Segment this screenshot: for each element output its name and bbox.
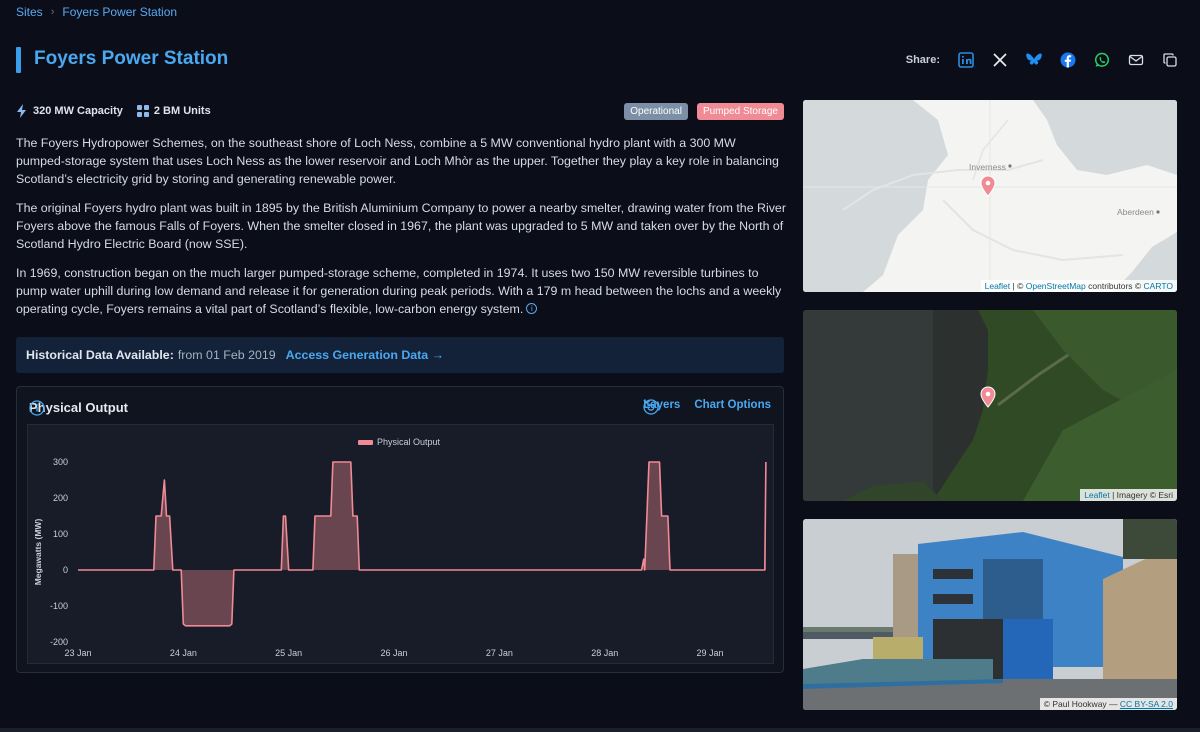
photo-author: © Paul Hookway —: [1043, 699, 1118, 709]
breadcrumb-sites-link[interactable]: Sites: [16, 5, 43, 19]
capacity-meta: 320 MW Capacity: [16, 104, 123, 118]
y-tick-label: 300: [53, 457, 68, 467]
osm-link[interactable]: OpenStreetMap: [1026, 281, 1086, 291]
chevron-right-icon: ›: [50, 6, 55, 18]
y-tick-label: -200: [50, 637, 68, 647]
map-label-aberdeen: Aberdeen: [1117, 207, 1154, 217]
y-tick-label: 200: [53, 493, 68, 503]
chart-panel: Physical Output Layers Chart Options 300…: [16, 386, 784, 673]
license-link[interactable]: CC BY-SA 2.0: [1120, 699, 1173, 709]
legend-label: Physical Output: [377, 437, 441, 447]
series-area: [78, 462, 766, 626]
x-tick-label: 28 Jan: [591, 648, 618, 658]
page-footer-divider: [0, 728, 1200, 732]
x-tick-label: 27 Jan: [486, 648, 513, 658]
physical-output-chart: 300 200 100 0 -100 -20023 Jan 24 Jan 25 Jan 26 J…: [33, 437, 767, 658]
leaflet-link[interactable]: Leaflet: [985, 281, 1011, 291]
station-photo-image: [803, 519, 1177, 710]
historical-data-bar: Historical Data Available: from 01 Feb 2…: [16, 337, 784, 373]
roadmap-image: [803, 100, 1177, 292]
y-tick-label: 100: [53, 529, 68, 539]
info-icon[interactable]: i: [526, 303, 538, 314]
chart-header: Physical Output: [29, 400, 128, 416]
leaflet-link[interactable]: Leaflet: [1084, 490, 1110, 500]
esri-attribution: | Imagery © Esri: [1112, 490, 1173, 500]
type-badge: Pumped Storage: [696, 103, 784, 120]
y-axis-label: Megawatts (MW): [33, 519, 43, 586]
description-paragraph-2: The original Foyers hydro plant was buil…: [16, 201, 786, 251]
x-tick-label: 26 Jan: [381, 648, 408, 658]
status-tags: Operational Pumped Storage: [624, 103, 784, 120]
share-bar: Share:: [906, 50, 1180, 70]
description-paragraph-1: The Foyers Hydropower Schemes, on the so…: [16, 136, 779, 186]
attrib-contributors: contributors ©: [1088, 281, 1142, 291]
satellite-attribution: Leaflet | Imagery © Esri: [1080, 489, 1177, 501]
share-label: Share:: [905, 54, 940, 66]
x-tick-label: 25 Jan: [275, 648, 302, 658]
map-label-inverness: Inverness: [969, 162, 1006, 172]
units-meta: 2 BM Units: [136, 105, 211, 117]
whatsapp-icon[interactable]: [1092, 50, 1112, 70]
carto-link[interactable]: CARTO: [1144, 281, 1173, 291]
legend-swatch: [358, 440, 373, 445]
historical-from: from 01 Feb 2019: [177, 348, 276, 362]
chart-options-dropdown[interactable]: Chart Options: [643, 399, 771, 411]
linkedin-icon[interactable]: [956, 50, 976, 70]
map-attribution: Leaflet | © OpenStreetMap contributors ©…: [980, 280, 1177, 292]
breadcrumb-current[interactable]: Foyers Power Station: [62, 5, 177, 19]
units-text: 2 BM Units: [153, 105, 211, 117]
info-circle-icon[interactable]: [29, 400, 45, 416]
description-paragraph-3: In 1969, construction began on the much …: [16, 264, 786, 318]
copy-icon[interactable]: [1160, 50, 1180, 70]
description: The Foyers Hydropower Schemes, on the so…: [16, 134, 786, 329]
y-tick-label: -100: [50, 601, 68, 611]
satellite-image: [803, 310, 1177, 501]
station-photo[interactable]: © Paul Hookway — CC BY-SA 2.0: [803, 519, 1177, 710]
historical-label: Historical Data Available:: [26, 348, 174, 362]
page-title: Foyers Power Station: [34, 48, 229, 69]
y-tick-label: 0: [63, 565, 68, 575]
x-tick-label: 29 Jan: [697, 648, 724, 658]
status-badge: Operational: [624, 103, 688, 120]
grid-icon: [136, 105, 149, 117]
map-panel-roadmap[interactable]: Inverness Aberdeen Leaflet | © OpenStree…: [803, 100, 1177, 292]
chart-options-label: Chart Options: [694, 399, 771, 411]
map-panel-satellite[interactable]: Leaflet | Imagery © Esri: [803, 310, 1177, 501]
photo-attribution: © Paul Hookway — CC BY-SA 2.0: [1039, 698, 1177, 710]
chart-controls: Layers Chart Options: [643, 399, 771, 415]
attrib-separator: | ©: [1012, 281, 1024, 291]
x-tick-label: 23 Jan: [64, 648, 91, 658]
bluesky-icon[interactable]: [1024, 50, 1044, 70]
x-icon[interactable]: [990, 50, 1010, 70]
description-paragraph-3-text: In 1969, construction began on the much …: [16, 266, 782, 316]
email-icon[interactable]: [1126, 50, 1146, 70]
x-tick-label: 24 Jan: [170, 648, 197, 658]
facebook-icon[interactable]: [1058, 50, 1078, 70]
refresh-icon[interactable]: [643, 399, 659, 415]
capacity-text: 320 MW Capacity: [33, 105, 123, 117]
title-accent-bar: [16, 47, 21, 73]
lightning-icon: [17, 104, 26, 118]
site-meta: 320 MW Capacity 2 BM Units: [16, 104, 211, 118]
chart-area: 300 200 100 0 -100 -200 23 Jan 24 Jan 25 Jan 26 J…: [27, 424, 774, 664]
breadcrumb: Sites › Foyers Power Station: [16, 5, 177, 19]
access-generation-data-link[interactable]: Access Generation Data →: [286, 348, 444, 362]
